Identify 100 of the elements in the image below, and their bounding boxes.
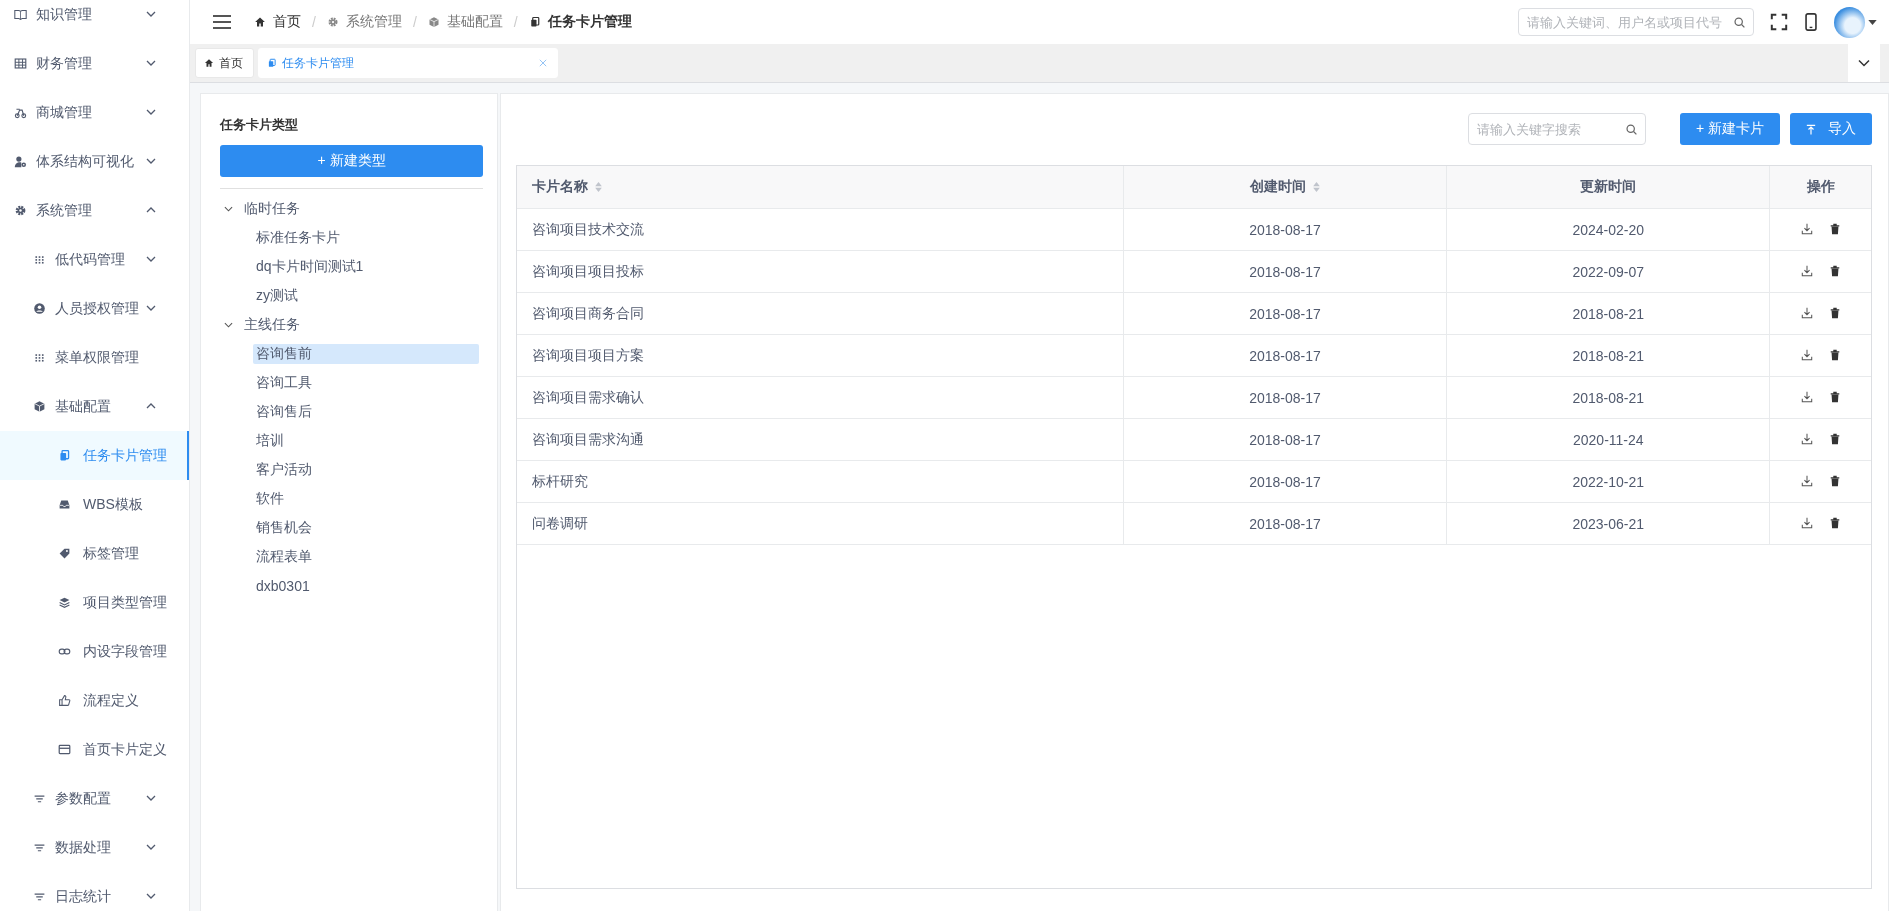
download-icon[interactable]: [1800, 432, 1813, 445]
sidebar-item[interactable]: 标签管理: [0, 529, 189, 578]
download-icon[interactable]: [1800, 264, 1813, 277]
delete-icon[interactable]: [1828, 474, 1841, 487]
download-icon[interactable]: [1800, 516, 1813, 529]
tree-item[interactable]: 标准任务卡片: [253, 227, 479, 248]
chevron-down-icon[interactable]: [224, 205, 233, 212]
gear-icon: [14, 204, 27, 217]
tree-item[interactable]: 临时任务: [241, 198, 303, 219]
tree-item[interactable]: 咨询售后: [253, 401, 479, 422]
user-gear-icon: [14, 155, 27, 168]
tree-item[interactable]: 咨询售前: [253, 343, 479, 364]
cube-icon: [427, 16, 440, 28]
search-icon: [1733, 15, 1746, 29]
chevron-down-icon: [1858, 59, 1870, 67]
copy-icon: [267, 58, 277, 68]
phone-icon[interactable]: [1802, 12, 1820, 32]
tree-item[interactable]: 销售机会: [253, 517, 479, 538]
layers-icon: [58, 596, 71, 609]
table-cell: 2023-06-21: [1572, 515, 1645, 532]
table-cell: 2022-09-07: [1572, 263, 1645, 280]
dots-icon: [33, 351, 46, 364]
delete-icon[interactable]: [1828, 348, 1841, 361]
tree-item[interactable]: 咨询工具: [253, 372, 479, 393]
sidebar-item[interactable]: 项目类型管理: [0, 578, 189, 627]
table-cell: 2018-08-17: [1249, 347, 1321, 364]
sidebar-item[interactable]: 参数配置: [0, 774, 189, 823]
table-cell: 2018-08-17: [1249, 431, 1321, 448]
breadcrumb-separator: /: [513, 14, 518, 30]
tree-item[interactable]: 主线任务: [241, 314, 303, 335]
sidebar-item[interactable]: 基础配置: [0, 382, 189, 431]
search-field[interactable]: 请输入关键词、用户名或项目代号: [1518, 8, 1754, 36]
table-cell: 2020-11-24: [1573, 431, 1644, 448]
delete-icon[interactable]: [1828, 390, 1841, 403]
page-tab[interactable]: 任务卡片管理: [258, 48, 558, 78]
dots-icon: [33, 253, 46, 266]
cube-icon: [33, 400, 46, 413]
search-field[interactable]: 请输入关键字搜索: [1467, 113, 1646, 145]
sidebar-item[interactable]: WBS模板: [0, 480, 189, 529]
delete-icon[interactable]: [1828, 432, 1841, 445]
delete-icon[interactable]: [1828, 306, 1841, 319]
sidebar-item[interactable]: 菜单权限管理: [0, 333, 189, 382]
grid-icon: [14, 57, 27, 70]
column-header: 操作: [1806, 178, 1835, 196]
home-icon: [204, 58, 214, 68]
user-icon: [33, 302, 46, 315]
sidebar-item[interactable]: 流程定义: [0, 676, 189, 725]
table-cell: 标杆研究: [532, 472, 588, 489]
sidebar-item[interactable]: 低代码管理: [0, 235, 189, 284]
download-icon[interactable]: [1800, 348, 1813, 361]
sidebar-item[interactable]: 商城管理: [0, 88, 189, 137]
column-header: 卡片名称: [532, 178, 588, 196]
tree-item[interactable]: dxb0301: [253, 576, 479, 595]
chevron-down-icon[interactable]: [224, 321, 233, 328]
filter-icon: [33, 890, 46, 903]
tree-item[interactable]: 软件: [253, 488, 479, 509]
breadcrumb-link[interactable]: 首页: [273, 13, 301, 31]
book-icon: [14, 8, 27, 21]
sidebar-item[interactable]: 日志统计: [0, 872, 189, 911]
caret-icon[interactable]: [1868, 19, 1877, 25]
tag-icon: [58, 547, 71, 560]
breadcrumb-separator: /: [312, 14, 316, 30]
tree-item[interactable]: dq卡片时间测试1: [253, 256, 479, 277]
column-header: 创建时间: [1249, 178, 1306, 196]
delete-icon[interactable]: [1828, 264, 1841, 277]
home-icon: [254, 16, 266, 28]
sidebar-item[interactable]: 数据处理: [0, 823, 189, 872]
search-icon: [1624, 122, 1638, 136]
table-cell: 咨询项目技术交流: [532, 220, 644, 237]
page-tab[interactable]: 首页: [195, 48, 254, 78]
tree-item[interactable]: 流程表单: [253, 546, 479, 567]
menu-icon[interactable]: [212, 14, 232, 30]
delete-icon[interactable]: [1828, 222, 1841, 235]
copy-icon: [528, 16, 541, 28]
tree-item[interactable]: 客户活动: [253, 459, 479, 480]
breadcrumb-link[interactable]: 基础配置: [446, 13, 503, 31]
breadcrumb-link[interactable]: 系统管理: [345, 13, 402, 31]
table-cell: 2018-08-17: [1249, 263, 1321, 280]
fullscreen-icon[interactable]: [1770, 12, 1788, 32]
download-icon[interactable]: [1800, 390, 1813, 403]
tree-item[interactable]: 培训: [253, 430, 479, 451]
card-icon: [58, 743, 71, 756]
sidebar-item[interactable]: 人员授权管理: [0, 284, 189, 333]
delete-icon[interactable]: [1828, 516, 1841, 529]
table-cell: 问卷调研: [532, 514, 588, 531]
sidebar-item[interactable]: 财务管理: [0, 39, 189, 88]
table-cell: 2018-08-17: [1249, 515, 1321, 532]
download-icon[interactable]: [1800, 474, 1813, 487]
download-icon[interactable]: [1800, 306, 1813, 319]
table-cell: 2022-10-21: [1572, 473, 1645, 490]
sidebar-item[interactable]: 体系结构可视化: [0, 137, 189, 186]
sidebar-item[interactable]: 首页卡片定义: [0, 725, 189, 774]
sidebar-item[interactable]: 内设字段管理: [0, 627, 189, 676]
breadcrumb-separator: /: [412, 14, 417, 30]
sidebar-item[interactable]: 系统管理: [0, 186, 189, 235]
download-icon[interactable]: [1800, 222, 1813, 235]
sidebar-item[interactable]: 知识管理: [0, 0, 189, 39]
tree-item[interactable]: zy测试: [253, 285, 479, 306]
panel-title: 任务卡片类型: [220, 116, 299, 134]
table-cell: 咨询项目商务合同: [532, 304, 644, 321]
